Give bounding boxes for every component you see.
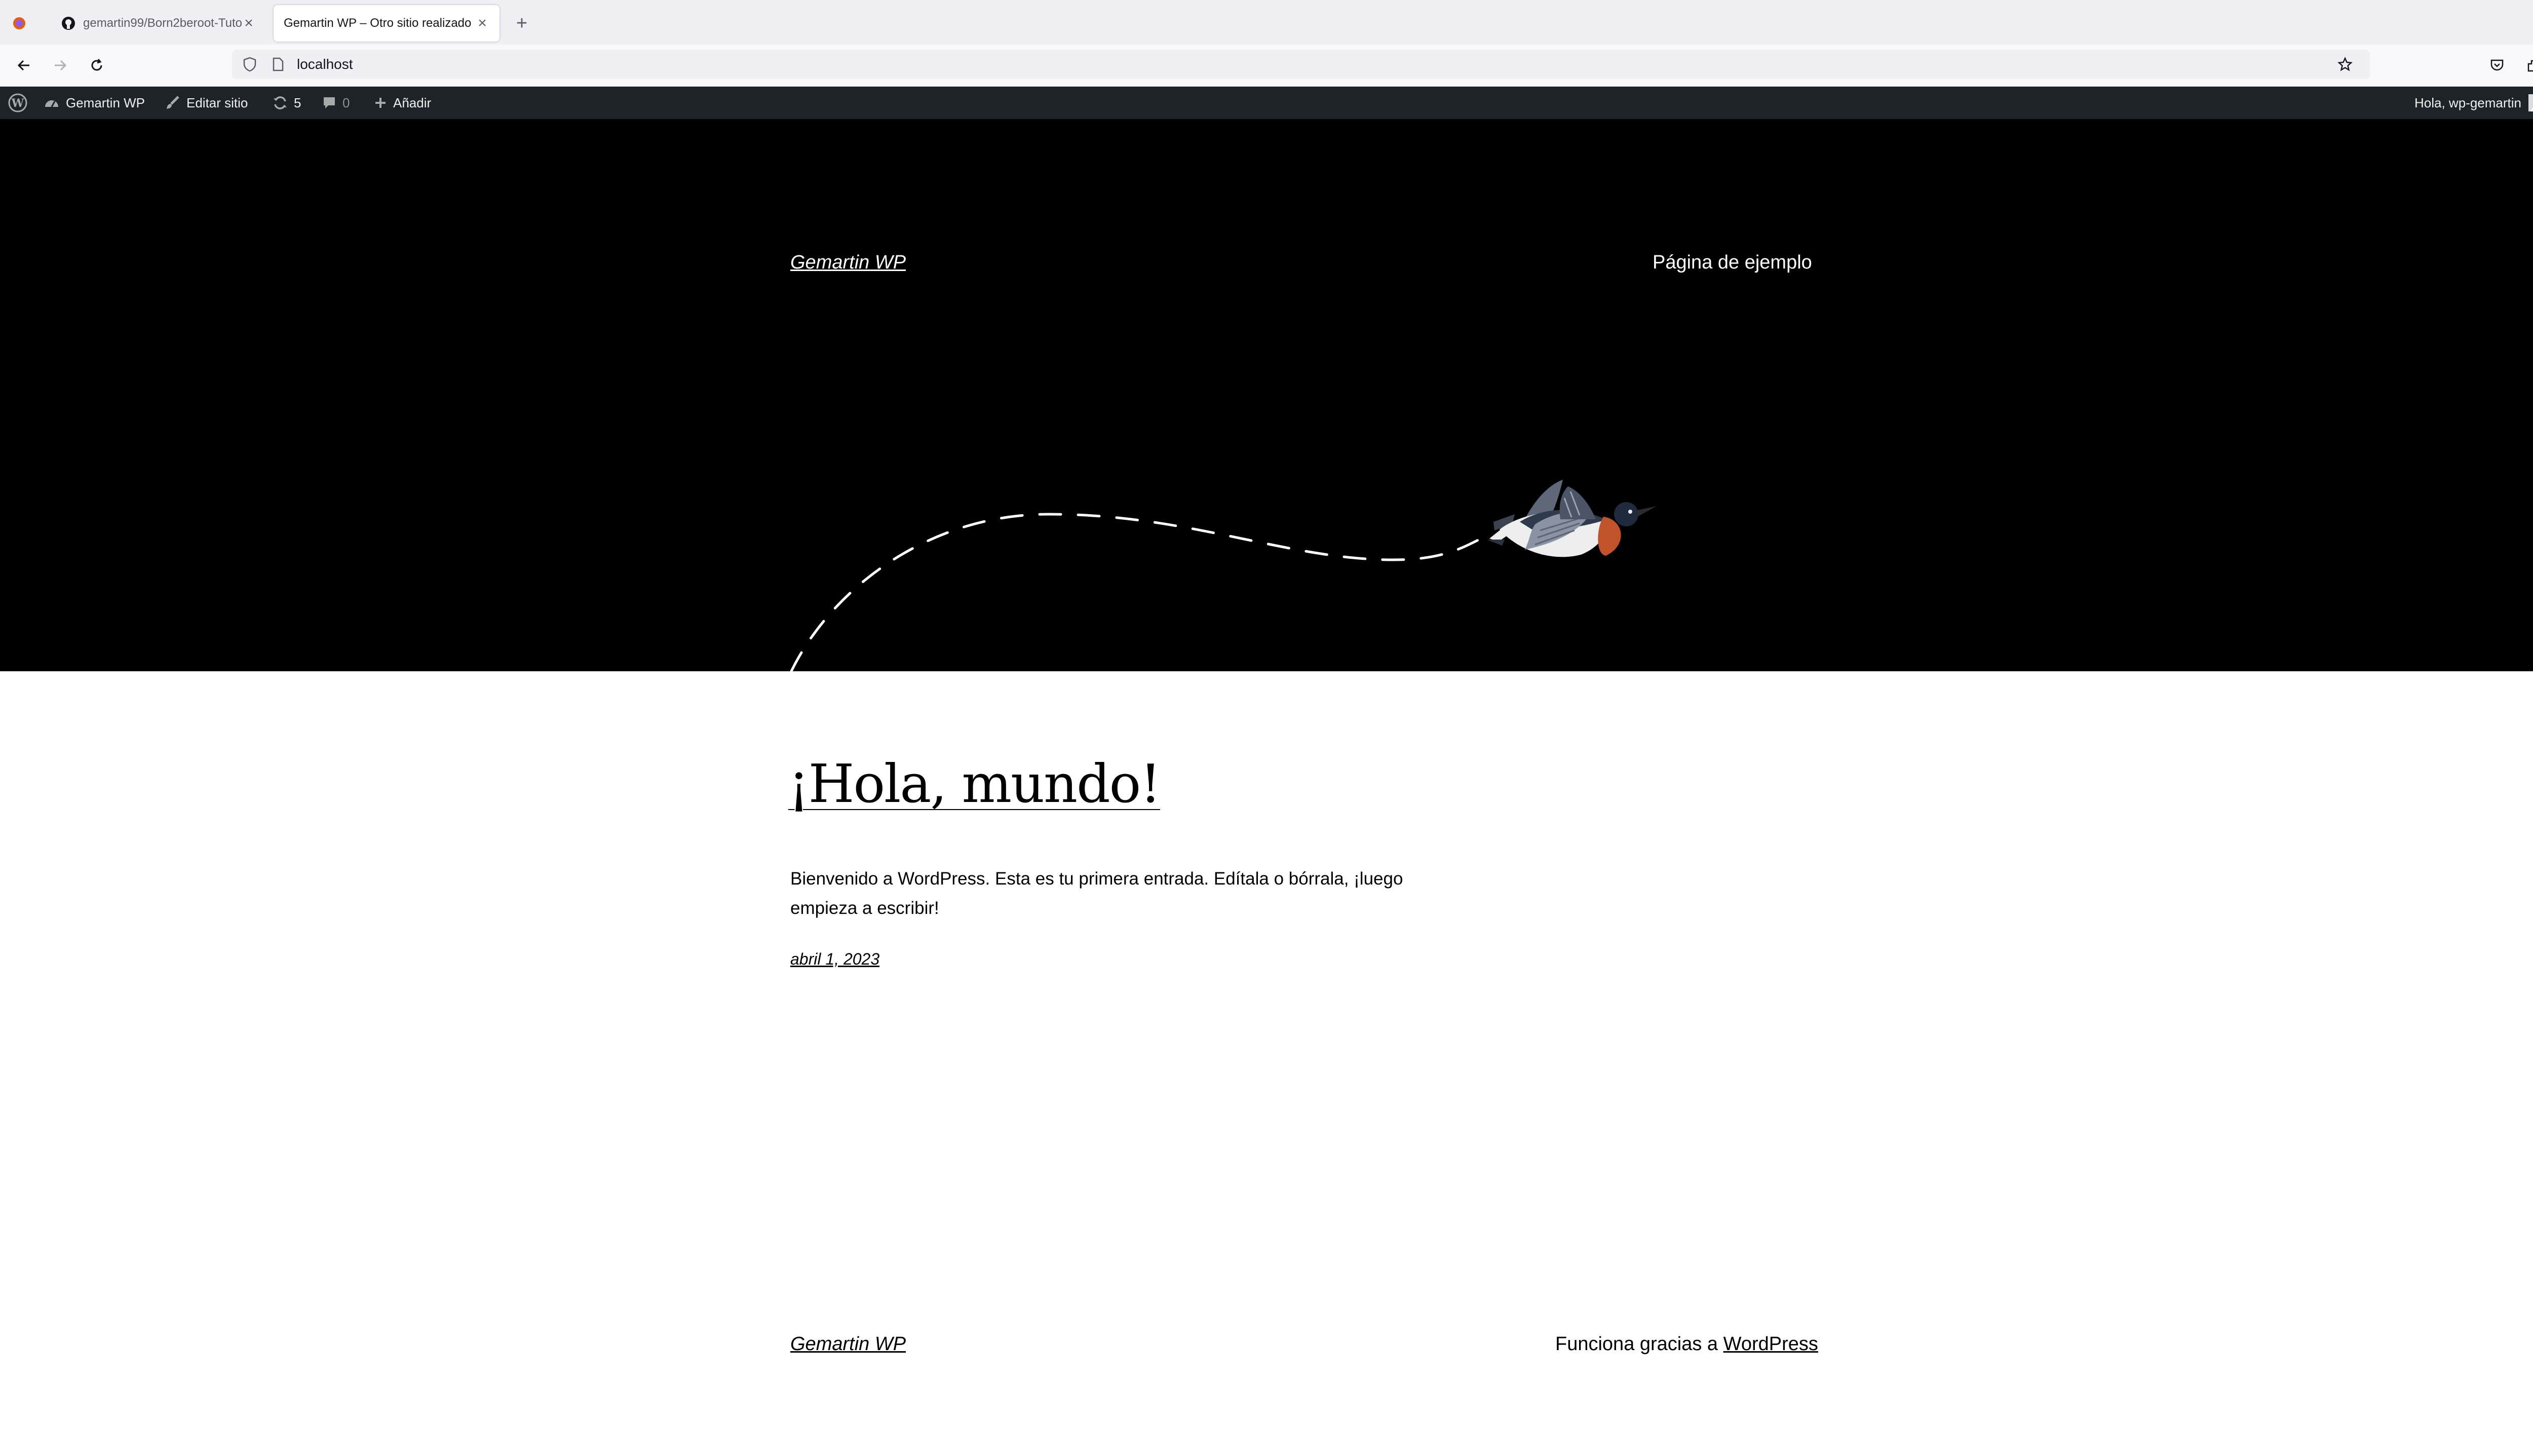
url-bar[interactable]: localhost <box>232 50 2370 79</box>
bookmark-star-icon[interactable] <box>2334 54 2356 75</box>
plus-icon <box>374 96 387 109</box>
comment-bubble-icon <box>322 96 336 110</box>
updates-icon <box>273 95 288 110</box>
wordpress-logo-icon[interactable]: W <box>5 87 30 119</box>
dashed-flight-path <box>790 513 1488 671</box>
adminbar-my-account[interactable]: Hola, wp-gemartin <box>2414 87 2533 119</box>
avatar <box>2528 94 2533 111</box>
adminbar-edit-site[interactable]: Editar sitio <box>165 87 248 119</box>
brush-icon <box>165 95 180 110</box>
tracking-protection-shield-icon[interactable] <box>239 54 260 75</box>
pocket-icon[interactable] <box>2485 54 2509 77</box>
tab-gemartin-wp[interactable]: Gemartin WP – Otro sitio realizado c × <box>274 5 500 42</box>
adminbar-add-new[interactable]: Añadir <box>374 87 431 119</box>
adminbar-edit-site-label: Editar sitio <box>186 95 248 110</box>
post-title[interactable]: ¡Hola, mundo! <box>788 755 1161 813</box>
forward-icon[interactable] <box>49 54 72 77</box>
close-tab-icon[interactable]: × <box>242 15 256 32</box>
footer-credit: Funciona gracias a WordPress <box>1555 1333 1818 1355</box>
reload-icon[interactable] <box>85 54 108 77</box>
tab-title: Gemartin WP – Otro sitio realizado c <box>284 16 475 30</box>
site-header: Gemartin WP Página de ejemplo <box>0 119 2533 671</box>
new-tab-button[interactable]: + <box>511 12 533 34</box>
back-icon[interactable] <box>12 54 35 77</box>
browser-tab-bar: gemartin99/Born2beroot-Tutori × Gemartin… <box>0 0 2533 45</box>
adminbar-comments[interactable]: 0 <box>322 87 350 119</box>
tab-title: gemartin99/Born2beroot-Tutori <box>83 16 242 30</box>
extensions-icon[interactable] <box>2522 54 2533 77</box>
url-text: localhost <box>297 56 353 72</box>
flight-path-illustration <box>790 480 1657 671</box>
post-date[interactable]: abril 1, 2023 <box>790 950 879 969</box>
svg-text:W: W <box>11 97 24 110</box>
footer-credit-text: Funciona gracias a <box>1555 1333 1718 1355</box>
firefox-view-icon[interactable] <box>8 12 30 34</box>
footer-site-title[interactable]: Gemartin WP <box>790 1333 906 1355</box>
wp-admin-bar: W Gemartin WP Editar sitio 5 0 Añadir Ho… <box>0 87 2533 119</box>
adminbar-updates[interactable]: 5 <box>273 87 301 119</box>
adminbar-site-name[interactable]: Gemartin WP <box>44 87 145 119</box>
close-tab-icon[interactable]: × <box>475 15 489 32</box>
page-info-icon[interactable] <box>267 54 289 75</box>
adminbar-greeting: Hola, wp-gemartin <box>2414 95 2521 110</box>
dashboard-icon <box>44 96 60 110</box>
adminbar-updates-count: 5 <box>294 95 301 110</box>
github-icon <box>62 17 75 30</box>
post-excerpt: Bienvenido a WordPress. Esta es tu prime… <box>790 869 1403 918</box>
adminbar-add-new-label: Añadir <box>393 95 432 110</box>
tab-github[interactable]: gemartin99/Born2beroot-Tutori × <box>51 5 266 42</box>
browser-nav-bar: localhost <box>0 45 2533 87</box>
bird-icon <box>1487 480 1657 557</box>
wordpress-link[interactable]: WordPress <box>1723 1333 1818 1355</box>
adminbar-comments-count: 0 <box>342 95 350 110</box>
adminbar-site-name-label: Gemartin WP <box>66 95 145 110</box>
